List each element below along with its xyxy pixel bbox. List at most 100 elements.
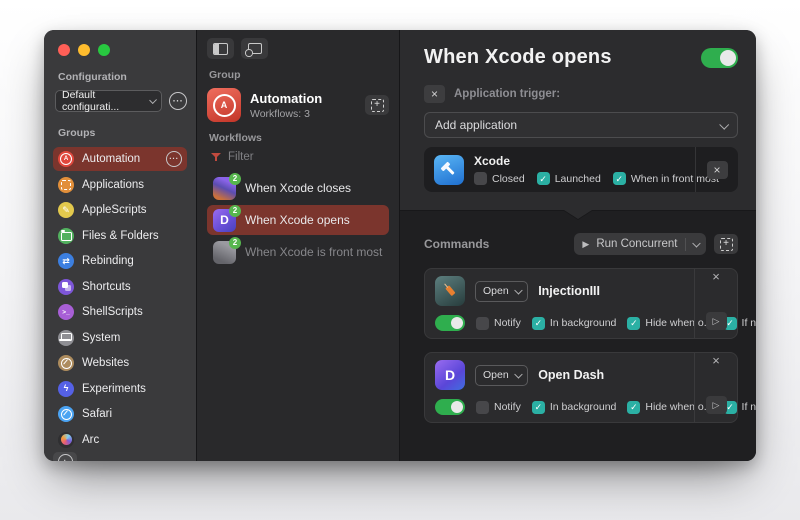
window-controls: [58, 44, 187, 56]
workflow-item-xcode-closes[interactable]: 2 When Xcode closes: [207, 173, 389, 203]
dash-app-icon: D: [435, 360, 465, 390]
sidebar-item-shortcuts[interactable]: Shortcuts: [53, 275, 187, 299]
workflow-list: 2 When Xcode closes D 2 When Xcode opens…: [207, 173, 389, 267]
workflow-detail-panel: When Xcode opens × Application trigger: …: [400, 30, 756, 461]
sidebar-item-automation[interactable]: A Automation ···: [53, 147, 187, 171]
minimize-window-button[interactable]: [78, 44, 90, 56]
add-command-button[interactable]: +: [714, 234, 738, 254]
workflow-apps-icon: 2: [213, 241, 236, 264]
trigger-app-row: Xcode ✓ Closed ✓ Launched ✓: [424, 147, 738, 192]
run-command-button[interactable]: ▷: [706, 312, 727, 330]
add-application-select[interactable]: Add application: [424, 112, 738, 138]
hide-when-open-checkbox[interactable]: ✓: [627, 401, 640, 414]
toggle-sidebar-button[interactable]: [207, 38, 234, 59]
workflow-enabled-toggle[interactable]: [701, 48, 738, 68]
sidebar-item-shellscripts[interactable]: >_ ShellScripts: [53, 300, 187, 324]
app-window: Configuration Default configurati... ···…: [44, 30, 756, 461]
shortcuts-icon: [58, 279, 74, 295]
workflow-count-badge: 2: [229, 237, 241, 249]
zoom-window-button[interactable]: [98, 44, 110, 56]
workflow-count-badge: 2: [229, 205, 241, 217]
compass-icon: [58, 355, 74, 371]
xcode-app-icon: [434, 155, 464, 185]
workflow-count-badge: 2: [229, 173, 241, 185]
safari-icon: [58, 406, 74, 422]
group-card: A Automation Workflows: 3 +: [207, 88, 389, 122]
workflow-filter-input[interactable]: Filter: [211, 151, 389, 163]
terminal-icon: >_: [58, 304, 74, 320]
add-workflow-button[interactable]: +: [365, 95, 389, 115]
sidebar-item-applications[interactable]: Applications: [53, 173, 187, 197]
commands-section: Commands ▶ Run Concurrent + Open: [400, 223, 756, 461]
add-icon: +: [720, 238, 733, 251]
run-concurrent-button[interactable]: ▶ Run Concurrent: [574, 233, 706, 255]
applications-icon: [58, 177, 74, 193]
chevron-down-icon: [149, 96, 157, 104]
workflow-item-xcode-front-most[interactable]: 2 When Xcode is front most: [207, 237, 389, 267]
sidebar-item-arc[interactable]: Arc: [53, 428, 187, 452]
run-command-button[interactable]: ▷: [706, 396, 727, 414]
workflow-item-xcode-opens[interactable]: D 2 When Xcode opens: [207, 205, 389, 235]
group-options-button[interactable]: ···: [166, 151, 182, 167]
in-background-checkbox[interactable]: ✓: [532, 317, 545, 330]
rebinding-icon: ⇄: [58, 253, 74, 269]
add-icon: +: [371, 99, 384, 112]
command-name: InjectionIII: [538, 284, 600, 298]
lightning-icon: ϟ: [58, 381, 74, 397]
action-select[interactable]: Open: [475, 281, 528, 302]
front-most-checkbox[interactable]: ✓: [613, 172, 626, 185]
group-name: Automation: [250, 91, 322, 106]
command-name: Open Dash: [538, 368, 604, 382]
notify-checkbox[interactable]: ✓: [476, 317, 489, 330]
configuration-options-button[interactable]: ···: [169, 92, 187, 110]
command-enabled-toggle[interactable]: [435, 399, 465, 415]
sidebar-item-websites[interactable]: Websites: [53, 351, 187, 375]
close-window-button[interactable]: [58, 44, 70, 56]
workflow-title: When Xcode opens: [424, 46, 612, 69]
group-label: Group: [209, 69, 389, 81]
remove-trigger-button[interactable]: ×: [424, 85, 445, 103]
automation-icon: A: [58, 151, 74, 167]
remove-app-button[interactable]: ×: [707, 161, 728, 179]
sidebar-item-safari[interactable]: Safari: [53, 402, 187, 426]
add-group-button[interactable]: +: [53, 452, 77, 462]
trigger-label: Application trigger:: [454, 88, 560, 100]
chevron-down-icon: [514, 286, 522, 294]
workflows-label: Workflows: [209, 132, 389, 144]
configuration-select[interactable]: Default configurati...: [55, 90, 162, 112]
closed-checkbox[interactable]: ✓: [474, 172, 487, 185]
sidebar-item-system[interactable]: System: [53, 326, 187, 350]
chevron-down-icon[interactable]: [692, 239, 700, 247]
sidebar-item-files-folders[interactable]: Files & Folders: [53, 224, 187, 248]
command-enabled-toggle[interactable]: [435, 315, 465, 331]
window-icon: [248, 43, 262, 54]
command-card-injectioniii: Open InjectionIII ✓ Notify ✓ I: [424, 268, 738, 339]
window-mode-button[interactable]: [241, 38, 268, 59]
sidebar-item-rebinding[interactable]: ⇄ Rebinding: [53, 249, 187, 273]
in-background-checkbox[interactable]: ✓: [532, 401, 545, 414]
launched-checkbox[interactable]: ✓: [537, 172, 550, 185]
arc-icon: [58, 432, 74, 448]
action-select[interactable]: Open: [475, 365, 528, 386]
hide-when-open-checkbox[interactable]: ✓: [627, 317, 640, 330]
group-workflow-count: Workflows: 3: [250, 108, 322, 120]
automation-group-icon: A: [207, 88, 241, 122]
group-column: Group A Automation Workflows: 3 + Workfl…: [197, 30, 400, 461]
sidebar-toggle-icon: [213, 43, 228, 55]
filter-icon: [211, 152, 221, 162]
configuration-label: Configuration: [58, 71, 187, 83]
chevron-down-icon: [719, 119, 729, 129]
trigger-app-name: Xcode: [474, 154, 685, 168]
workflow-apps-icon: D 2: [213, 209, 236, 232]
trigger-section: × Application trigger: Add application X…: [400, 69, 756, 192]
notify-checkbox[interactable]: ✓: [476, 401, 489, 414]
workflow-apps-icon: 2: [213, 177, 236, 200]
sidebar-item-applescripts[interactable]: ✎ AppleScripts: [53, 198, 187, 222]
command-card-open-dash: D Open Open Dash ✓ Notify: [424, 352, 738, 423]
configuration-select-value: Default configurati...: [62, 89, 150, 113]
applescripts-icon: ✎: [58, 202, 74, 218]
commands-label: Commands: [424, 237, 574, 251]
laptop-icon: [58, 330, 74, 346]
chevron-down-icon: [514, 370, 522, 378]
sidebar-item-experiments[interactable]: ϟ Experiments: [53, 377, 187, 401]
